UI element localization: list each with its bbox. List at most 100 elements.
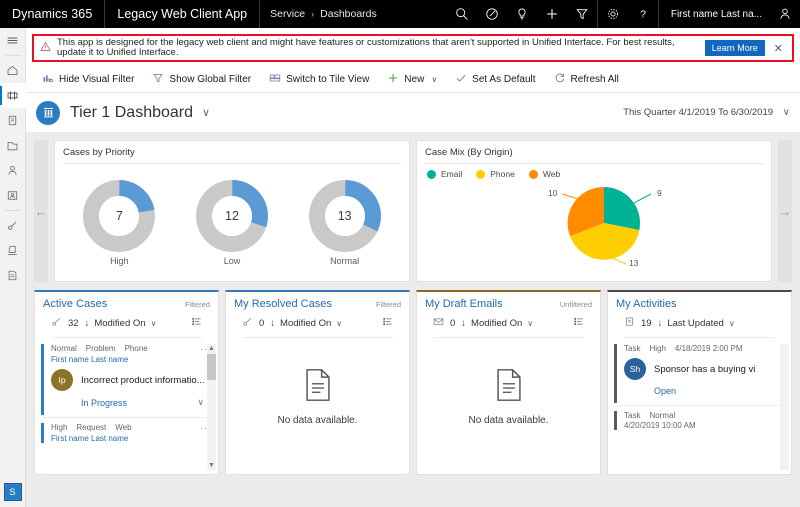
refresh-all-button[interactable]: Refresh All bbox=[546, 68, 627, 92]
help-question-icon[interactable]: ? bbox=[628, 0, 658, 28]
sidebar-item-home[interactable] bbox=[0, 58, 26, 83]
sidebar-item-contacts[interactable] bbox=[0, 183, 26, 208]
app-name[interactable]: Legacy Web Client App bbox=[105, 7, 259, 21]
charts-scroll-right-arrow[interactable]: → bbox=[778, 140, 792, 282]
warning-triangle-icon bbox=[40, 39, 51, 57]
pie-label-web: 10 bbox=[548, 188, 558, 198]
task-clipboard-icon bbox=[624, 314, 635, 332]
list-card-my-draft-emails: My Draft Emails Unfiltered 0 ↓ M bbox=[416, 290, 601, 475]
list-view-icon[interactable] bbox=[191, 314, 202, 332]
item-subject[interactable]: Incorrect product informatio... bbox=[81, 375, 205, 386]
chart-title: Cases by Priority bbox=[63, 147, 401, 164]
legend-item-web[interactable]: Web bbox=[529, 169, 560, 179]
sort-field-label: Modified On bbox=[280, 318, 331, 329]
date-range-selector[interactable]: This Quarter 4/1/2019 To 6/30/2019 ∨ bbox=[623, 107, 790, 118]
item-status-row[interactable]: In Progress ∨ bbox=[81, 397, 212, 408]
user-avatar-badge[interactable]: S bbox=[4, 483, 22, 501]
user-person-icon[interactable] bbox=[770, 0, 800, 28]
sort-control[interactable]: ↓ Modified On ∨ bbox=[270, 318, 342, 329]
list-title[interactable]: My Activities bbox=[616, 298, 677, 310]
donut-value: 13 bbox=[308, 179, 382, 253]
advanced-find-funnel-icon[interactable] bbox=[567, 0, 597, 28]
list-card-my-resolved-cases: My Resolved Cases Filtered 0 ↓ M bbox=[225, 290, 410, 475]
sort-control[interactable]: ↓ Last Updated ∨ bbox=[658, 318, 735, 329]
item-owner[interactable]: First name Last name bbox=[51, 355, 212, 364]
assistant-icon[interactable] bbox=[477, 0, 507, 28]
sidebar-item-accounts[interactable] bbox=[0, 158, 26, 183]
case-wrench-icon bbox=[51, 314, 62, 332]
date-range-label: This Quarter 4/1/2019 To 6/30/2019 bbox=[623, 107, 773, 118]
item-meta: Task High 4/18/2019 2:00 PM bbox=[624, 344, 785, 353]
command-label: Switch to Tile View bbox=[286, 74, 369, 85]
pie-label-email: 9 bbox=[657, 188, 662, 198]
item-accent-bar bbox=[41, 344, 44, 415]
donut-normal[interactable]: 13 Normal bbox=[308, 179, 382, 266]
sidebar-item-queues[interactable] bbox=[0, 238, 26, 263]
item-activity-type: Task bbox=[624, 411, 640, 420]
sort-control[interactable]: ↓ Modified On ∨ bbox=[461, 318, 533, 329]
sidebar-item-reports[interactable] bbox=[0, 263, 26, 288]
new-button[interactable]: New ∨ bbox=[379, 68, 445, 92]
list-view-icon[interactable] bbox=[573, 314, 584, 332]
vertical-scrollbar[interactable] bbox=[780, 344, 789, 470]
search-icon[interactable] bbox=[447, 0, 477, 28]
scrollbar-thumb[interactable] bbox=[207, 354, 216, 380]
user-name-label[interactable]: First name Last na... bbox=[659, 9, 770, 20]
list-body[interactable]: Normal Problem Phone ··· First name Last… bbox=[35, 338, 218, 474]
brand-dynamics365[interactable]: Dynamics 365 bbox=[0, 7, 104, 21]
dashboard-list-row: Active Cases Filtered 32 ↓ Modif bbox=[34, 290, 792, 475]
sidebar-item-knowledge-articles[interactable] bbox=[0, 213, 26, 238]
legend-item-phone[interactable]: Phone bbox=[476, 169, 515, 179]
dashboard-canvas: ← Cases by Priority bbox=[26, 132, 800, 507]
item-due-date: 4/20/2019 10:00 AM bbox=[624, 421, 785, 430]
item-subject[interactable]: Sponsor has a buying vi bbox=[654, 364, 755, 375]
sidebar-item-dashboards[interactable] bbox=[0, 83, 26, 108]
settings-gear-icon[interactable] bbox=[598, 0, 628, 28]
donut-value: 12 bbox=[195, 179, 269, 253]
dashboard-selector-chevron-down-icon[interactable]: ∨ bbox=[202, 106, 210, 119]
item-owner[interactable]: First name Last name bbox=[51, 434, 212, 443]
scroll-up-arrow-icon[interactable]: ▲ bbox=[208, 344, 215, 353]
breadcrumb-area[interactable]: Service bbox=[270, 8, 305, 20]
sidebar-item-activities[interactable] bbox=[0, 108, 26, 133]
close-icon[interactable]: ✕ bbox=[771, 42, 786, 55]
show-global-filter-button[interactable]: Show Global Filter bbox=[144, 68, 259, 92]
set-as-default-button[interactable]: Set As Default bbox=[447, 68, 543, 92]
banner-message: This app is designed for the legacy web … bbox=[57, 38, 693, 59]
vertical-scrollbar[interactable]: ▲ ▼ bbox=[207, 344, 216, 470]
scroll-down-arrow-icon[interactable]: ▼ bbox=[208, 461, 215, 470]
sidebar-item-site-map-hamburger[interactable] bbox=[0, 28, 26, 53]
list-item[interactable]: Task High 4/18/2019 2:00 PM Sh Sponsor h… bbox=[608, 344, 791, 403]
filter-state-label: Filtered bbox=[376, 300, 401, 309]
empty-state: No data available. bbox=[417, 338, 600, 474]
switch-to-tile-view-button[interactable]: Switch to Tile View bbox=[261, 68, 377, 92]
list-item[interactable]: High Request Web ··· First name Last nam… bbox=[35, 423, 218, 443]
chevron-down-icon[interactable]: ∨ bbox=[431, 75, 437, 84]
idea-lightbulb-icon[interactable] bbox=[507, 0, 537, 28]
list-view-icon[interactable] bbox=[382, 314, 393, 332]
sidebar-item-cases[interactable] bbox=[0, 133, 26, 158]
donut-label: High bbox=[110, 256, 129, 266]
learn-more-button[interactable]: Learn More bbox=[705, 40, 765, 56]
list-body[interactable]: Task High 4/18/2019 2:00 PM Sh Sponsor h… bbox=[608, 338, 791, 474]
list-item[interactable]: Normal Problem Phone ··· First name Last… bbox=[35, 344, 218, 415]
charts-scroll-left-arrow[interactable]: ← bbox=[34, 140, 48, 282]
sort-control[interactable]: ↓ Modified On ∨ bbox=[85, 318, 157, 329]
donut-high[interactable]: 7 High bbox=[82, 179, 156, 266]
list-toolbar: 32 ↓ Modified On ∨ bbox=[51, 312, 202, 338]
list-title[interactable]: My Draft Emails bbox=[425, 298, 503, 310]
item-status-row[interactable]: Open bbox=[654, 386, 785, 396]
hide-visual-filter-button[interactable]: Hide Visual Filter bbox=[34, 68, 142, 92]
donut-low[interactable]: 12 Low bbox=[195, 179, 269, 266]
list-title[interactable]: My Resolved Cases bbox=[234, 298, 332, 310]
breadcrumb-page[interactable]: Dashboards bbox=[320, 8, 377, 20]
list-item[interactable]: Task Normal 4/20/2019 10:00 AM bbox=[608, 411, 791, 430]
pie-chart[interactable]: 9 10 13 bbox=[425, 179, 763, 267]
list-title[interactable]: Active Cases bbox=[43, 298, 107, 310]
quick-create-plus-icon[interactable] bbox=[537, 0, 567, 28]
filter-state-label: Filtered bbox=[185, 300, 210, 309]
visual-filter-row: ← Cases by Priority bbox=[34, 140, 792, 282]
command-label: Show Global Filter bbox=[169, 74, 251, 85]
legend-label: Web bbox=[543, 169, 560, 179]
legend-item-email[interactable]: Email bbox=[427, 169, 462, 179]
